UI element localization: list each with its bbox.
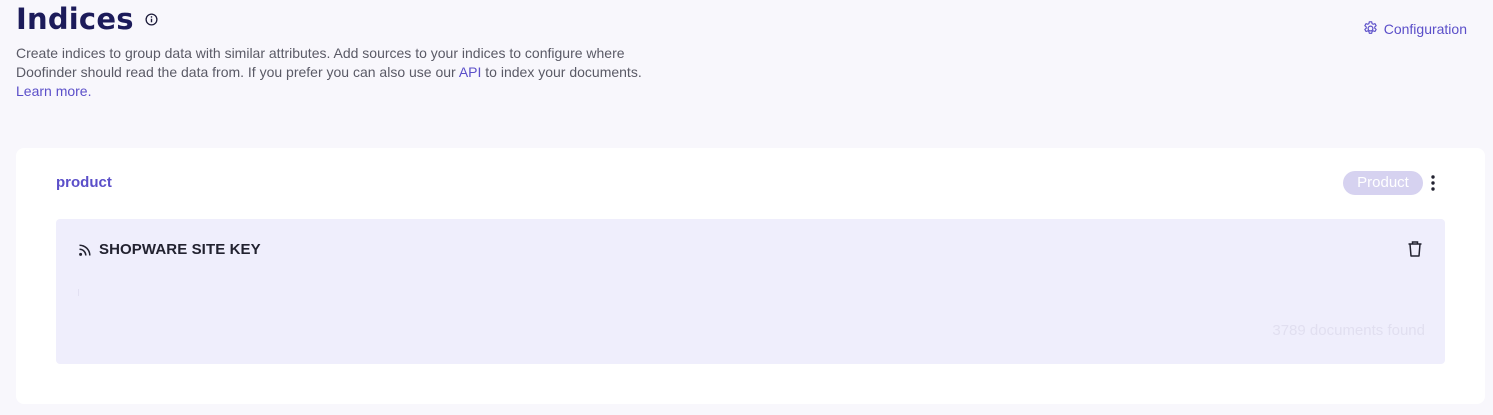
page-title: Indices: [16, 2, 134, 36]
api-link[interactable]: API: [459, 64, 482, 80]
page-description: Create indices to group data with simila…: [16, 44, 656, 101]
description-line-2-pre: Doofinder should read the data from. If …: [16, 64, 459, 80]
configuration-label: Configuration: [1383, 20, 1467, 37]
rss-feed-icon: [79, 243, 91, 256]
source-title: SHOPWARE SITE KEY: [99, 241, 261, 258]
source-header: SHOPWARE SITE KEY: [78, 241, 261, 258]
source-panel: SHOPWARE SITE KEY 3789 documents found: [56, 219, 1445, 364]
info-icon[interactable]: [145, 12, 158, 26]
learn-more-link[interactable]: Learn more.: [16, 83, 91, 99]
description-line-2-post: to index your documents.: [481, 64, 642, 80]
page-header: Indices Create indices to group data wit…: [16, 0, 1476, 110]
index-name-link[interactable]: product: [56, 174, 112, 191]
gear-icon: [1363, 21, 1377, 34]
title-row: Indices: [16, 0, 158, 38]
documents-found-count: 3789 documents found: [1272, 322, 1425, 339]
trash-icon[interactable]: [1407, 240, 1423, 258]
description-line-1: Create indices to group data with simila…: [16, 45, 625, 61]
index-card: product Product SHOPWARE SITE KEY 3789 d: [16, 148, 1485, 404]
divider: [78, 289, 79, 296]
index-type-badge: Product: [1343, 171, 1423, 195]
configuration-button[interactable]: Configuration: [1362, 20, 1467, 37]
kebab-menu-icon[interactable]: [1425, 172, 1441, 194]
